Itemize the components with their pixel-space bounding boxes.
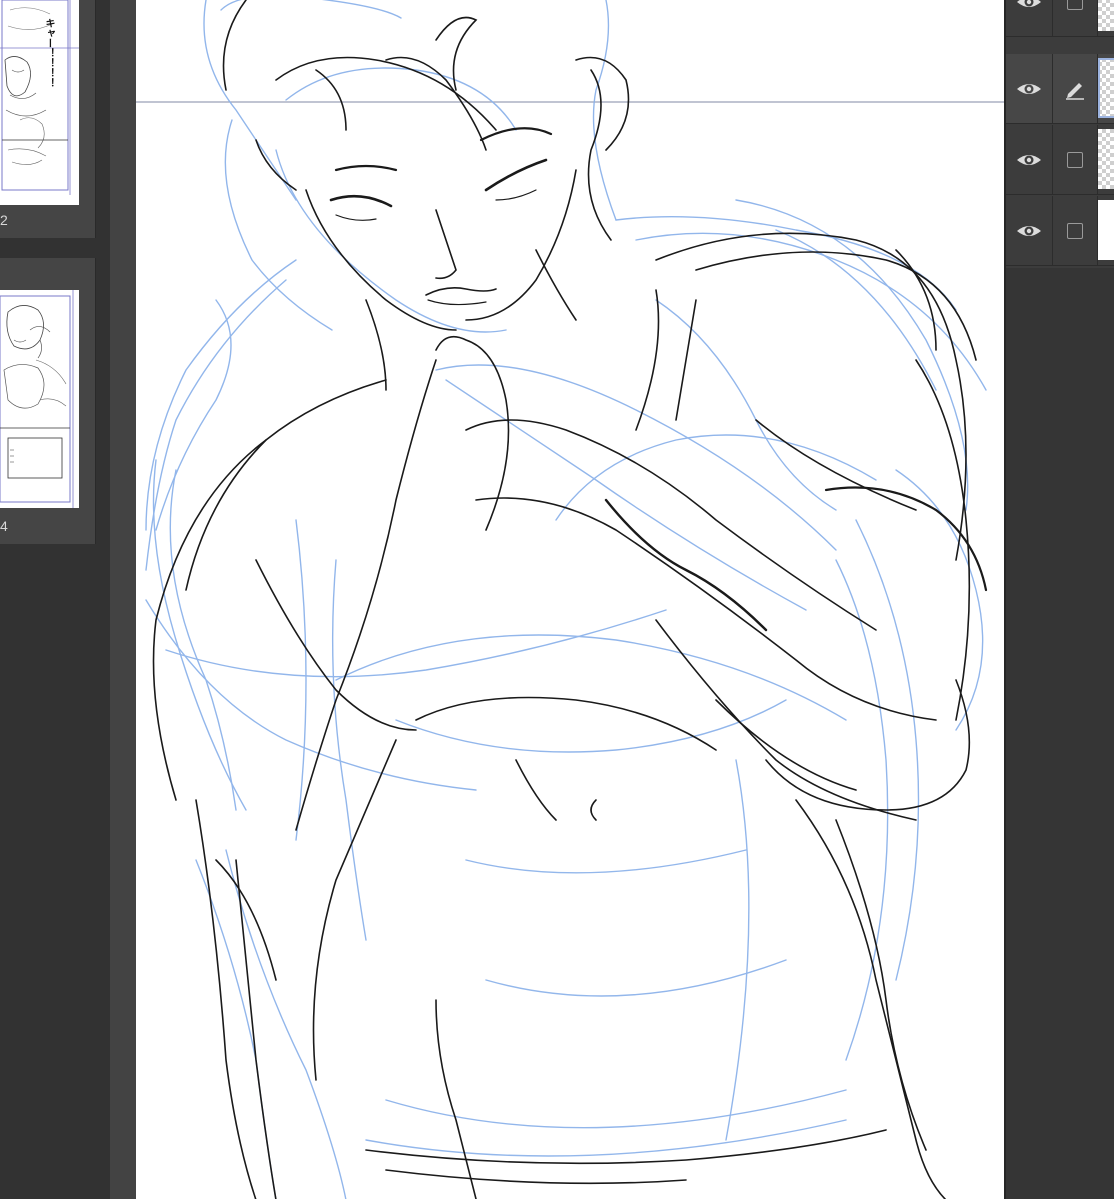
layer-row-2[interactable] bbox=[1006, 54, 1114, 124]
page-thumbnail-panel: キャー！！！！ 2 4 bbox=[0, 0, 110, 1199]
layer-visibility-toggle[interactable] bbox=[1006, 196, 1052, 265]
layer-lock-toggle[interactable] bbox=[1052, 125, 1098, 194]
page-4-preview bbox=[0, 290, 79, 508]
layer-row-1[interactable] bbox=[1006, 0, 1114, 37]
page-thumbnail-2[interactable]: キャー！！！！ 2 bbox=[0, 0, 96, 238]
page-4-number: 4 bbox=[0, 518, 8, 534]
layer-visibility-toggle[interactable] bbox=[1006, 0, 1052, 36]
layer-row-4[interactable] bbox=[1006, 196, 1114, 266]
pencil-icon bbox=[1066, 82, 1084, 100]
panel-divider bbox=[110, 0, 136, 1199]
page-2-heading: キャー！！！！ bbox=[43, 18, 54, 88]
sketch-artwork bbox=[136, 0, 1004, 1199]
rough-sketch-strokes bbox=[145, 0, 987, 1199]
layer-lock-toggle[interactable] bbox=[1052, 0, 1098, 36]
layer-thumbnail bbox=[1098, 200, 1114, 260]
layer-visibility-toggle[interactable] bbox=[1006, 54, 1052, 123]
layer-visibility-toggle[interactable] bbox=[1006, 125, 1052, 194]
page-2-number: 2 bbox=[0, 212, 8, 228]
checkbox-icon bbox=[1067, 151, 1083, 168]
lineart-strokes bbox=[152, 0, 988, 1199]
checkbox-icon bbox=[1067, 0, 1083, 10]
drawing-canvas[interactable] bbox=[136, 0, 1004, 1199]
eye-icon bbox=[1017, 0, 1041, 7]
layer-edit-indicator[interactable] bbox=[1052, 54, 1098, 123]
eye-icon bbox=[1017, 225, 1041, 236]
layer-row-3[interactable] bbox=[1006, 125, 1114, 195]
layer-panel-empty-area bbox=[1004, 268, 1114, 1199]
page-thumbnail-4[interactable]: 4 bbox=[0, 258, 96, 544]
checkbox-icon bbox=[1067, 222, 1083, 239]
layer-thumbnail bbox=[1098, 58, 1114, 118]
layer-thumbnail bbox=[1098, 129, 1114, 189]
layer-thumbnail bbox=[1098, 0, 1114, 31]
eye-icon bbox=[1017, 83, 1041, 94]
eye-icon bbox=[1017, 154, 1041, 165]
layer-panel bbox=[1004, 0, 1114, 268]
page-2-preview: キャー！！！！ bbox=[0, 0, 79, 205]
layer-lock-toggle[interactable] bbox=[1052, 196, 1098, 265]
